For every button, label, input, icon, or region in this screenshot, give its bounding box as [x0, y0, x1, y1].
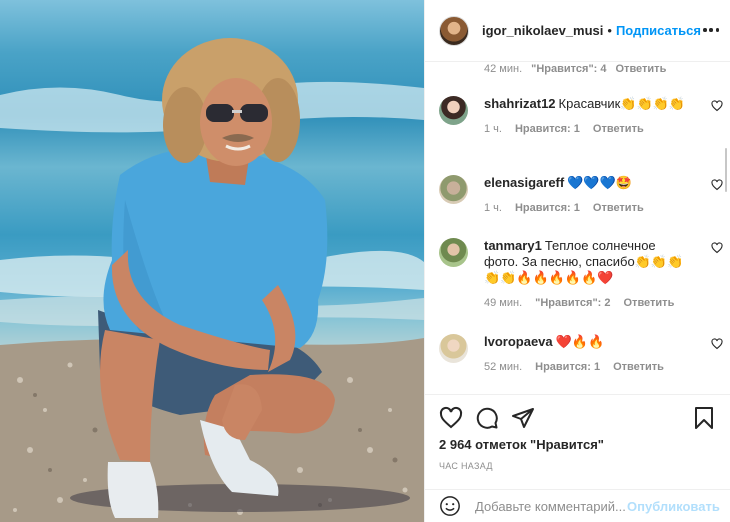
comment-time: 1 ч.: [484, 123, 502, 135]
commenter-username[interactable]: elenasigareff: [484, 175, 564, 190]
bookmark-icon[interactable]: [692, 406, 716, 430]
more-icon[interactable]: [703, 22, 719, 38]
commenter-username[interactable]: tanmary1: [484, 238, 542, 253]
commenter-username[interactable]: shahrizat12: [484, 96, 556, 111]
comment-item: lvoropaeva ❤️🔥🔥 52 мин. Нравится: 1 Ответ…: [439, 334, 723, 373]
comment-icon[interactable]: [475, 406, 499, 430]
comment-time: 52 мин.: [484, 361, 523, 373]
comment-likes[interactable]: Нравится: 1: [515, 123, 580, 135]
likes-count[interactable]: 2 964 отметок "Нравится": [439, 437, 604, 452]
heart-icon[interactable]: [439, 406, 463, 430]
comment-like-icon[interactable]: [711, 179, 723, 191]
comment-likes[interactable]: Нравится: 1: [535, 361, 600, 373]
comment-meta: 1 ч. Нравится: 1 Ответить: [484, 202, 723, 214]
reply-button[interactable]: Ответить: [616, 63, 667, 75]
commenter-avatar[interactable]: [439, 334, 468, 363]
previous-comment-meta: 42 мин. "Нравится": 4 Ответить: [484, 63, 666, 75]
commenter-avatar[interactable]: [439, 238, 468, 267]
comment-item: tanmary1 Теплое солнечное фото. За песню,…: [439, 238, 723, 309]
share-icon[interactable]: [511, 406, 535, 430]
comment-input[interactable]: [475, 498, 625, 514]
post-time[interactable]: ЧАС НАЗАД: [439, 461, 493, 471]
comment-meta: 1 ч. Нравится: 1 Ответить: [484, 123, 723, 135]
comment-likes[interactable]: "Нравится": 2: [535, 297, 610, 309]
commenter-username[interactable]: lvoropaeva: [484, 334, 553, 349]
author-avatar[interactable]: [439, 15, 469, 46]
comment-item: elenasigareff 💙💙💙🤩 1 ч. Нравится: 1 Ответ…: [439, 175, 723, 214]
comments-scrollbar[interactable]: [725, 148, 727, 192]
comment-time: 1 ч.: [484, 202, 502, 214]
comment-text: ❤️🔥🔥: [555, 334, 605, 349]
comment-body: lvoropaeva ❤️🔥🔥: [484, 334, 689, 350]
reply-button[interactable]: Ответить: [593, 123, 644, 135]
smile-icon[interactable]: [439, 495, 461, 517]
comment-text: 💙💙💙🤩: [567, 175, 632, 190]
comment-like-icon[interactable]: [711, 242, 723, 254]
post-header: igor_nikolaev_musi • Подписаться: [425, 0, 730, 62]
comment-meta: 52 мин. Нравится: 1 Ответить: [484, 361, 723, 373]
reply-button[interactable]: Ответить: [624, 297, 675, 309]
comment-time: 42 мин.: [484, 63, 523, 75]
comment-meta: 49 мин. "Нравится": 2 Ответить: [484, 297, 723, 309]
commenter-avatar[interactable]: [439, 175, 468, 204]
comment-likes[interactable]: Нравится: 1: [515, 202, 580, 214]
publish-button[interactable]: Опубликовать: [627, 499, 720, 514]
comment-item: shahrizat12 Красавчик👏👏👏👏 1 ч. Нравится: …: [439, 96, 723, 135]
author-username[interactable]: igor_nikolaev_musi: [482, 23, 603, 38]
comment-text: Красавчик👏👏👏👏: [558, 96, 686, 111]
reply-button[interactable]: Ответить: [613, 361, 664, 373]
separator-dot: •: [607, 23, 612, 38]
photo-illustration: [0, 38, 424, 522]
reply-button[interactable]: Ответить: [593, 202, 644, 214]
comment-like-icon[interactable]: [711, 338, 723, 350]
comment-like-icon[interactable]: [711, 100, 723, 112]
post-photo[interactable]: [0, 0, 424, 522]
comment-body: tanmary1 Теплое солнечное фото. За песню,…: [484, 238, 689, 286]
comment-composer: Опубликовать: [425, 489, 730, 522]
comments-list[interactable]: 42 мин. "Нравится": 4 Ответить shahrizat…: [425, 62, 730, 394]
follow-button[interactable]: Подписаться: [616, 23, 701, 38]
post-side-panel: igor_nikolaev_musi • Подписаться 42 мин.…: [424, 0, 730, 522]
post-actions: 2 964 отметок "Нравится" ЧАС НАЗАД: [425, 394, 730, 490]
comment-time: 49 мин.: [484, 297, 523, 309]
comment-likes[interactable]: "Нравится": 4: [531, 63, 606, 75]
comment-body: elenasigareff 💙💙💙🤩: [484, 175, 689, 191]
commenter-avatar[interactable]: [439, 96, 468, 125]
comment-body: shahrizat12 Красавчик👏👏👏👏: [484, 96, 689, 112]
